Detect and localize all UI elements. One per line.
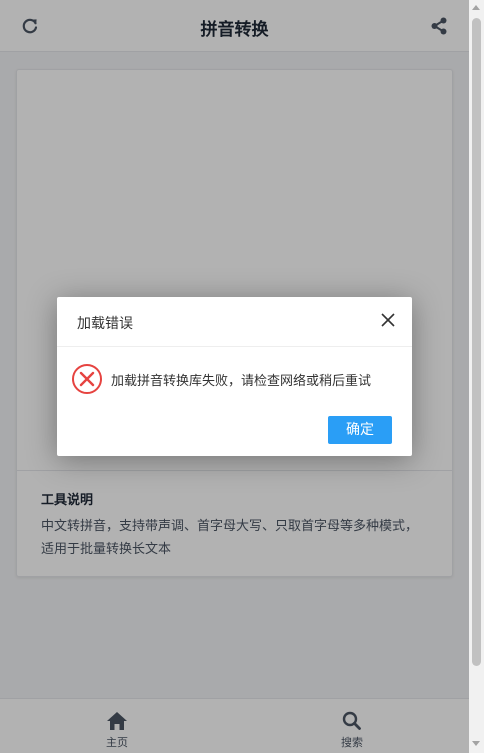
error-dialog: 加载错误 加载拼音转换库失败，请检查网络或稍后重试 确定: [57, 297, 412, 456]
scroll-down-arrow[interactable]: [472, 741, 480, 746]
scrollbar[interactable]: [469, 0, 484, 753]
dialog-message: 加载拼音转换库失败，请检查网络或稍后重试: [111, 374, 372, 389]
scrollbar-thumb[interactable]: [472, 18, 481, 666]
dialog-header: 加载错误: [57, 297, 412, 347]
error-circle-icon: [71, 363, 103, 395]
close-icon[interactable]: [380, 312, 396, 328]
confirm-button[interactable]: 确定: [328, 416, 392, 444]
scroll-up-arrow[interactable]: [472, 5, 480, 10]
dialog-title: 加载错误: [77, 316, 133, 332]
